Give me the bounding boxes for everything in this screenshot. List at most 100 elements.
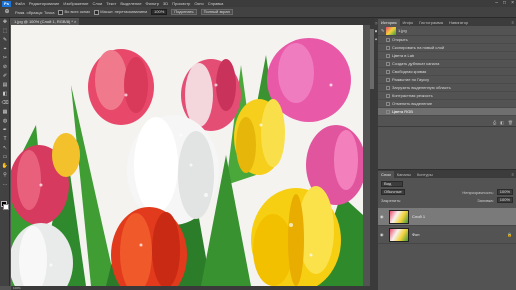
menu-edit[interactable]: Редактирование [27,1,61,6]
menu-file[interactable]: Файл [13,1,27,6]
history-step-icon [386,85,390,90]
layer-row-layer-1[interactable]: ◉ Слой 1 [378,208,516,226]
visibility-eye-icon[interactable]: ◉ [380,214,386,219]
fill-field[interactable]: 100% [496,197,513,203]
menu-help[interactable]: Справка [206,1,226,6]
background-color-swatch[interactable] [3,204,9,210]
zoom-value-field[interactable]: 100% [151,9,168,15]
healing-tool-icon[interactable]: ✐ [0,72,10,81]
fill-screen-button[interactable]: Полный экран [200,9,233,15]
history-step-icon [386,37,390,42]
layer-filter-row: Вид [381,180,513,188]
layer-filter-dropdown[interactable]: Вид [381,181,403,187]
tab-info[interactable]: Инфо [400,19,417,26]
layer-row-background[interactable]: ◉ Фон 🔒 [378,226,516,244]
tab-histogram[interactable]: Гистограмма [416,19,446,26]
snapshot-thumbnail [386,26,396,35]
gradient-tool-icon[interactable]: ▦ [0,108,10,117]
close-icon[interactable]: × [511,0,514,7]
lasso-tool-icon[interactable]: ✎ [0,36,10,45]
tulips-photo [11,25,363,286]
blend-mode-dropdown[interactable]: Обычные [381,189,405,195]
marquee-tool-icon[interactable]: ⬚ [0,27,10,36]
all-windows-option[interactable]: Во всех окнах [58,9,90,15]
menu-layers[interactable]: Слои [91,1,105,6]
path-select-tool-icon[interactable]: ↖ [0,144,10,153]
stamp-tool-icon[interactable]: ◧ [0,90,10,99]
maximize-icon[interactable]: □ [503,0,506,7]
history-footer: ⎙ ◧ 🗑 [378,120,516,126]
history-step[interactable]: Цвета в Lab [378,52,516,60]
menu-3d[interactable]: 3D [161,1,170,6]
close-tab-icon[interactable]: × [74,19,76,24]
trash-icon[interactable]: 🗑 [508,120,513,126]
shape-tool-icon[interactable]: ▭ [0,153,10,162]
scrubby-zoom-checkbox[interactable] [94,9,100,15]
minimize-icon[interactable]: – [495,0,498,7]
history-step[interactable]: Отменить выделение [378,100,516,108]
history-step[interactable]: Загрузить выделенную область [378,84,516,92]
history-step[interactable]: Свободная кривая [378,68,516,76]
history-step[interactable]: Создать дубликат канала [378,60,516,68]
fill-label: Заливка: [477,197,494,203]
tab-layers[interactable]: Слои [378,171,394,178]
tools-panel: ✥ ⬚ ✎ ⌖ ✂ ⊘ ✐ ▤ ◧ ⌫ ▦ ◍ ✒ T ↖ ▭ ✋ ⚲ … [0,18,10,286]
menu-select[interactable]: Выделение [118,1,143,6]
canvas-area[interactable] [11,25,374,286]
layer-thumbnail [389,209,409,224]
tab-navigator[interactable]: Навигатор [446,19,471,26]
zoom-tool-icon[interactable]: ⚲ [0,171,10,180]
history-step-icon [386,45,390,50]
tulips-image [11,25,363,286]
options-bar: ⊕ Разм. образца: Точка Во всех окнах Мас… [0,7,516,18]
layer-name: Слой 1 [412,214,426,219]
scrubby-zoom-option[interactable]: Масшт. перетаскиванием [94,9,147,15]
menu-window[interactable]: Окно [192,1,205,6]
visibility-eye-icon[interactable]: ◉ [380,232,386,237]
layers-panel-tabs: Слои Каналы Контуры ≡ [378,170,516,178]
tab-paths[interactable]: Контуры [414,171,436,178]
history-step-selected[interactable]: Цвета RGB [378,108,516,116]
window-controls: – □ × [495,0,514,7]
lock-icon: 🔒 [507,232,512,237]
history-step[interactable]: Скопировать на новый слой [378,44,516,52]
history-step-icon [386,69,390,74]
all-windows-checkbox[interactable] [58,9,64,15]
move-tool-icon[interactable]: ✥ [0,18,10,27]
eyedropper-tool-icon[interactable]: ⊘ [0,63,10,72]
opacity-field[interactable]: 100% [496,189,513,195]
document-tab[interactable]: 1.jpg @ 100% (Слой 1, RGB/8) * × [11,18,80,25]
history-step-icon [386,109,390,114]
fit-screen-button[interactable]: Подогнать [171,9,197,15]
brush-tool-icon[interactable]: ▤ [0,81,10,90]
hand-tool-icon[interactable]: ✋ [0,162,10,171]
history-menu-icon[interactable]: ≡ [512,19,516,26]
eraser-tool-icon[interactable]: ⌫ [0,99,10,108]
menu-image[interactable]: Изображение [61,1,90,6]
crop-tool-icon[interactable]: ✂ [0,54,10,63]
history-step-icon [386,93,390,98]
zoom-tool-icon[interactable]: ⊕ [3,8,11,16]
menu-filter[interactable]: Фильтр [144,1,161,6]
quick-select-tool-icon[interactable]: ⌖ [0,45,10,54]
new-document-icon[interactable]: ⎙ [493,120,496,126]
menu-view[interactable]: Просмотр [170,1,192,6]
tab-channels[interactable]: Каналы [394,171,414,178]
layers-controls: Вид Обычные Непрозрачность: 100% Закрепи… [378,178,516,208]
menu-type[interactable]: Текст [104,1,118,6]
history-step[interactable]: Контрастная резкость [378,92,516,100]
history-step-icon [386,77,390,82]
new-snapshot-icon[interactable]: ◧ [500,120,504,126]
pen-tool-icon[interactable]: ✒ [0,126,10,135]
tab-history[interactable]: История [378,19,400,26]
blur-tool-icon[interactable]: ◍ [0,117,10,126]
more-tools-icon[interactable]: … [0,180,10,189]
history-step[interactable]: Открыть [378,36,516,44]
type-tool-icon[interactable]: T [0,135,10,144]
panel-empty-area [378,126,516,161]
history-step[interactable]: Размытие по Гауссу [378,76,516,84]
layers-menu-icon[interactable]: ≡ [512,171,516,178]
history-source-snapshot[interactable]: ✎ 1.jpg [378,26,516,36]
sample-size-label[interactable]: Разм. образца: Точка [15,10,54,15]
lock-label: Закрепить: [381,197,402,203]
